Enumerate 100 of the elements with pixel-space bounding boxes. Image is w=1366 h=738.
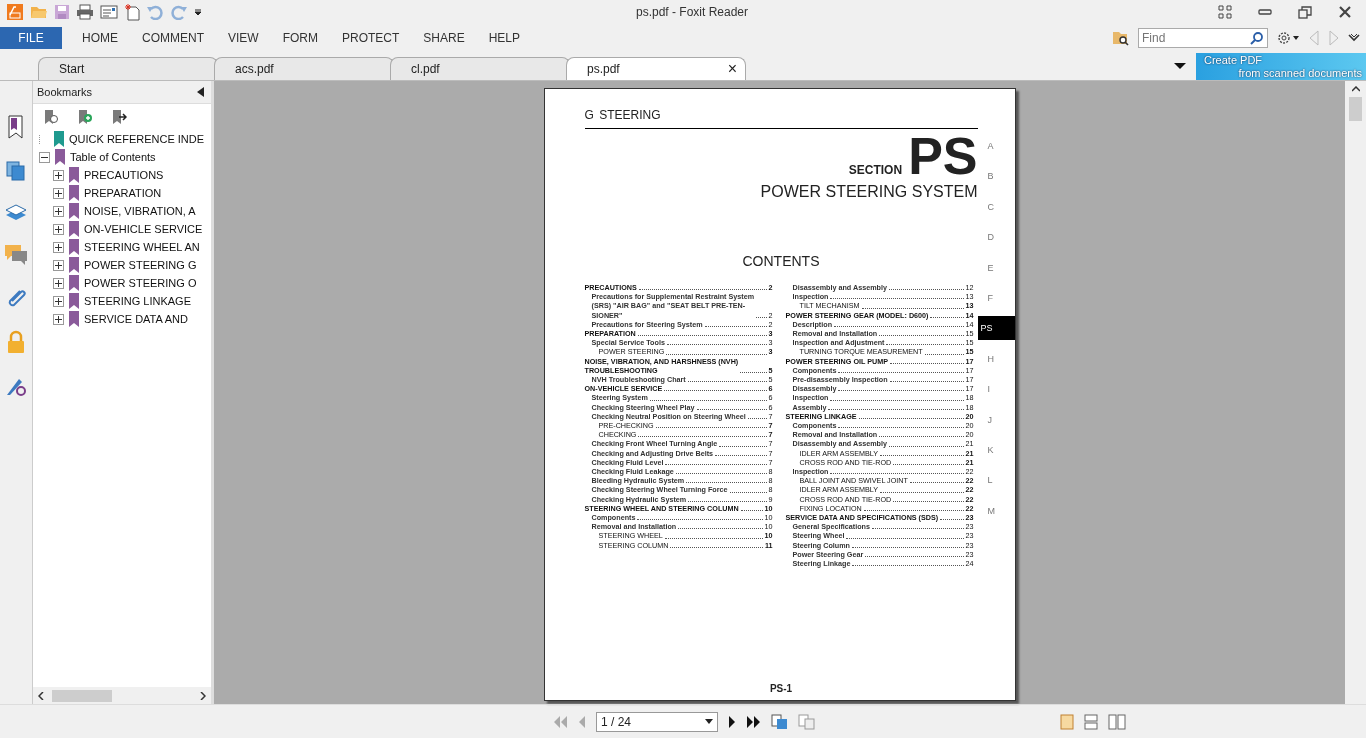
ribbon-tab[interactable]: HOME [74,27,126,49]
section-index-tab[interactable]: E [977,255,1015,280]
section-index-tab[interactable]: B [977,164,1015,189]
tree-toggle[interactable] [53,241,64,253]
bookmark-item[interactable]: SERVICE DATA AND [84,313,188,325]
bookmark-icon [68,257,80,273]
section-index-tab[interactable]: L [977,468,1015,493]
save-icon[interactable] [54,4,70,20]
layers-icon[interactable] [4,203,28,223]
section-index-tab[interactable]: PS [977,316,1015,341]
dropdown-caret-icon[interactable] [705,718,713,725]
restore-icon[interactable] [1298,5,1312,19]
horizontal-scrollbar[interactable] [33,687,211,704]
email-icon[interactable] [100,5,118,19]
window-title: ps.pdf - Foxit Reader [634,5,750,19]
tree-toggle[interactable] [53,187,64,199]
bookmark-item[interactable]: NOISE, VIBRATION, A [84,205,196,217]
collapse-ribbon-icon[interactable] [1348,33,1360,43]
pages-icon[interactable] [5,160,27,182]
bookmark-icon [54,149,66,165]
tree-toggle[interactable] [53,205,64,217]
tree-toggle[interactable] [53,259,64,271]
bookmark-item[interactable]: QUICK REFERENCE INDE [69,133,205,145]
tab-label: Start [59,62,85,76]
add-bookmark-icon[interactable] [77,109,93,125]
facing-view-icon[interactable] [1108,713,1126,730]
ribbon-tab[interactable]: COMMENT [134,27,212,49]
bookmark-settings-icon[interactable] [43,109,59,125]
section-index-tab[interactable]: K [977,437,1015,462]
search-icon[interactable] [1250,31,1264,45]
bookmark-icon [68,167,80,183]
bookmark-icon[interactable] [6,115,26,139]
ribbon-tab[interactable]: VIEW [220,27,267,49]
new-document-icon[interactable] [124,3,140,21]
ribbon-tab[interactable]: PROTECT [334,27,408,49]
ribbon-tab[interactable]: FORM [274,27,326,49]
tree-toggle[interactable] [53,169,64,181]
page-number-field[interactable]: 1 / 24 [596,711,718,732]
bookmark-icon [68,185,80,201]
banner-subtitle: from scanned documents [1237,66,1362,80]
section-index-tab[interactable]: M [977,498,1015,523]
print-icon[interactable] [76,4,94,20]
bookmark-item[interactable]: ON-VEHICLE SERVICE [84,223,203,235]
settings-icon[interactable] [1276,30,1300,46]
contents-title: CONTENTS [741,253,821,269]
bookmark-item[interactable]: STEERING WHEEL AN [84,241,200,253]
bookmark-icon [68,293,80,309]
scroll-up-icon[interactable] [1351,86,1360,92]
tree-toggle[interactable] [39,151,50,163]
section-title: POWER STEERING SYSTEM [759,183,978,201]
section-index-tab[interactable]: A [977,134,1015,158]
ribbon-tab[interactable]: SHARE [415,27,473,49]
tab-list-caret-icon[interactable] [1174,62,1186,70]
bookmark-icon [68,311,80,327]
scroll-thumb[interactable] [1349,97,1362,121]
bookmark-icon [68,203,80,219]
page-view-icon[interactable] [771,713,789,730]
collapse-panel-icon[interactable] [197,87,205,97]
bookmark-icon [68,221,80,237]
tree-toggle[interactable] [53,313,64,325]
scroll-left-icon[interactable] [38,691,44,700]
tree-toggle[interactable] [53,295,64,307]
next-page-icon[interactable] [727,714,737,729]
section-label: SECTION [848,163,903,177]
continuous-view-icon[interactable] [1084,713,1098,730]
tree-toggle[interactable] [53,223,64,235]
section-index-tab[interactable]: H [977,346,1015,371]
bookmark-item[interactable]: PRECAUTIONS [84,169,164,181]
tab-label: cl.pdf [411,62,440,76]
move-bookmark-icon[interactable] [111,109,127,125]
bookmark-item[interactable]: POWER STEERING O [84,277,197,289]
document-tab[interactable]: Start [38,57,218,80]
tab-label: acs.pdf [235,62,274,76]
customize-caret-icon[interactable] [194,8,202,16]
tree-toggle[interactable] [53,277,64,289]
file-menu-button[interactable]: FILE [0,27,62,49]
section-index-tab[interactable]: F [977,285,1015,310]
comments-icon[interactable] [4,244,28,266]
tab-label: ps.pdf [587,62,620,76]
bookmark-item[interactable]: POWER STEERING G [84,259,197,271]
section-index-tab[interactable]: D [977,225,1015,250]
close-tab-button[interactable]: × [727,61,737,77]
bookmark-item[interactable]: PREPARATION [84,187,162,199]
find-field[interactable]: Find [1138,28,1268,48]
ribbon-tab[interactable]: HELP [480,27,529,49]
scroll-right-icon[interactable] [200,691,206,700]
close-icon[interactable] [1338,5,1352,19]
section-index-tab[interactable]: J [977,407,1015,432]
section-index-tab[interactable]: C [977,194,1015,219]
fullscreen-icon[interactable] [1218,5,1232,19]
bookmark-item[interactable]: STEERING LINKAGE [84,295,191,307]
folder-search-icon[interactable] [1112,30,1130,46]
document-tab[interactable]: ps.pdf × [566,57,746,80]
section-index-tab[interactable]: I [977,377,1015,402]
bookmark-icon [53,131,65,147]
document-tab[interactable]: acs.pdf [214,57,394,80]
document-tab[interactable]: cl.pdf [390,57,570,80]
bookmark-item[interactable]: Table of Contents [70,151,156,163]
bookmark-icon [68,239,80,255]
last-page-icon[interactable] [746,714,762,729]
